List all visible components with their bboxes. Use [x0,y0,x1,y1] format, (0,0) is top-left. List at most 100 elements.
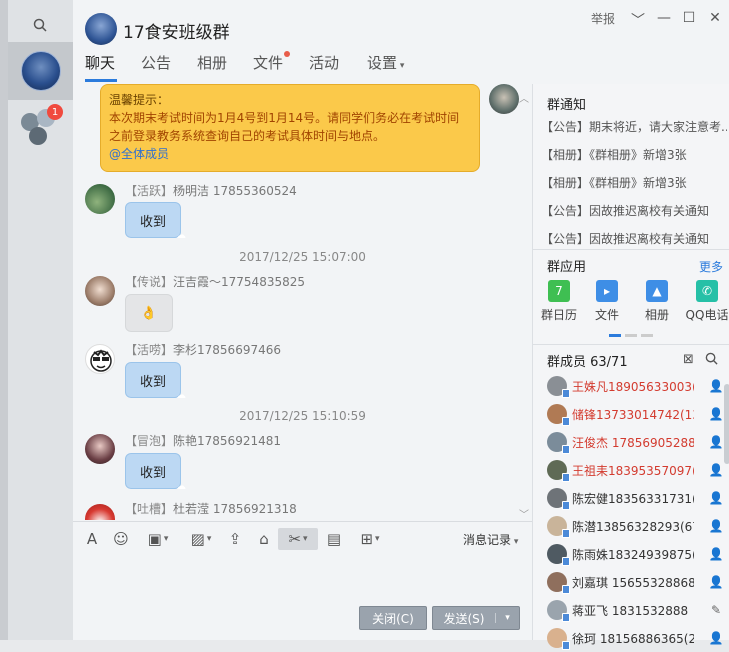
member-name: 徐珂 18156886365(2305 [572,631,694,646]
mention-all-link[interactable]: @全体成员 [109,145,471,163]
conversation-item-group-2[interactable] [8,100,73,158]
input-toolbar: A ☺ ▣ ▨ ⇪ ⌂ ✂ ▤ ⊞ 消息记录 ▾ [73,521,532,555]
conversation-item-class-group[interactable] [8,42,73,100]
send-options-icon[interactable]: ▾ [495,613,519,623]
send-button[interactable]: 发送(S) ▾ [432,606,520,630]
red-packet-icon[interactable]: ▤ [324,528,344,550]
notice-item[interactable]: 【公告】因故推迟离校有关通知 [541,202,727,219]
font-icon[interactable]: A [83,528,101,550]
tab-activity[interactable]: 活动 [309,52,339,73]
notice-item[interactable]: 【公告】期末将近，请大家注意考... [541,118,727,135]
message-history-button[interactable]: 消息记录 ▾ [463,531,518,548]
avatar [547,600,570,622]
avatar[interactable] [85,184,115,214]
scissors-icon[interactable]: ✂ [278,528,318,550]
member-level-icon: 👤 [708,491,724,505]
group-avatar[interactable] [85,13,117,45]
app-files[interactable]: ▸ 文件 [583,280,631,323]
image-icon[interactable]: ▨ [184,528,218,550]
more-icon[interactable]: ⊞ [353,528,387,550]
member-row[interactable]: 蒋亚飞 1831532888 ✎ [547,596,725,624]
message-bubble[interactable]: 👌 [125,294,173,332]
message-bubble[interactable]: 收到 ☁ [125,453,186,492]
member-row[interactable]: 储锋13733014742(1308 👤 [547,400,725,428]
dropdown-icon[interactable]: ﹀ [630,10,646,30]
files-new-dot [284,51,290,57]
chevron-up-icon[interactable]: ︿ [519,90,529,105]
avatar[interactable] [85,434,115,464]
timestamp: 2017/12/25 15:10:59 [239,409,366,423]
notice-bubble: 温馨提示： 本次期末考试时间为1月4号到1月14号。请同学们务必在考试时间之前登… [100,84,480,172]
avatar[interactable] [489,84,519,114]
notice-item[interactable]: 【相册】《群相册》新增3张 [541,174,727,191]
notice-item[interactable]: 【公告】因故推迟离校有关通知 [541,230,727,247]
member-row[interactable]: 刘嘉琪 15655328868(15 👤 [547,568,725,596]
member-name: 刘嘉琪 15655328868(15 [572,575,694,590]
app-calendar[interactable]: 7 群日历 [535,280,583,323]
member-tag: 【冒泡】 [125,434,174,448]
member-level-icon: 👤 [708,547,724,561]
maximize-icon[interactable]: ☐ [681,10,697,26]
report-button[interactable]: 举报 [591,10,615,27]
member-row[interactable]: 王姝凡18905633003(15 👤 [547,372,725,400]
tab-album[interactable]: 相册 [197,52,227,73]
message-bubble[interactable]: 收到 ☁ [125,202,186,241]
cartoon-face-icon [90,349,112,372]
search-icon[interactable] [705,352,718,369]
ok-hand-emoji: 👌 [140,305,158,321]
group-apps-title: 群应用 [547,260,587,275]
mobile-icon [562,529,570,538]
avatar[interactable] [85,276,115,306]
pager-dot [641,334,653,337]
unread-badge: 1 [47,104,63,120]
member-row[interactable]: 徐珂 18156886365(2305 👤 [547,624,725,652]
chevron-down-icon[interactable]: ﹀ [519,506,529,521]
group-notice-title: 群通知 [547,98,587,113]
avatar[interactable] [85,504,115,520]
tab-notice[interactable]: 公告 [141,52,171,73]
sender-name: 【吐槽】杜若滢 17856921318 [125,500,297,517]
avatar [547,432,570,454]
gif-icon[interactable]: ▣ [141,528,175,550]
member-settings-icon[interactable]: ⊠ [683,352,694,367]
apps-pager[interactable] [609,334,653,337]
avatar [547,516,570,538]
close-button[interactable]: 关闭(C) [359,606,427,630]
divider [533,249,729,250]
upload-icon[interactable]: ⇪ [225,528,245,550]
member-row[interactable]: 陈潜13856328293(6755 👤 [547,512,725,540]
member-row[interactable]: 陈宏健18356331731(149 👤 [547,484,725,512]
tab-files[interactable]: 文件 [253,52,283,73]
members-title: 群成员 63/71 [547,355,628,370]
tab-settings[interactable]: 设置 ▾ [367,52,404,73]
message-area[interactable]: 温馨提示： 本次期末考试时间为1月4号到1月14号。请同学们务必在考试时间之前登… [73,84,532,520]
member-name: 陈潜13856328293(6755 [572,519,694,534]
message-bubble[interactable]: 收到 ☁ [125,362,186,401]
title-bar: 17食安班级群 举报 ﹀ — ☐ ✕ [73,0,729,48]
member-level-icon: 👤 [708,575,724,589]
member-tag: 【传说】 [125,275,174,289]
member-row[interactable]: 汪俊杰 17856905288(90 👤 [547,428,725,456]
mobile-icon [562,557,570,566]
emoji-icon[interactable]: ☺ [111,528,131,550]
member-row[interactable]: 陈雨姝18324939875(279 👤 [547,540,725,568]
search-button[interactable] [20,10,60,40]
avatar[interactable] [85,344,115,374]
member-tag: 【活跃】 [125,184,174,198]
app-label: QQ电话 [685,308,729,322]
gift-icon[interactable]: ⌂ [254,528,274,550]
sender-name: 【活唠】李杉17856697466 [125,341,281,358]
app-qq-call[interactable]: ✆ QQ电话 [683,280,729,323]
notice-item[interactable]: 【相册】《群相册》新增3张 [541,146,727,163]
minimize-icon[interactable]: — [656,10,672,26]
close-icon[interactable]: ✕ [707,10,723,26]
message-input[interactable]: 关闭(C) 发送(S) ▾ [73,556,532,640]
member-row[interactable]: 王祖耒18395357097(119 👤 [547,456,725,484]
more-apps-link[interactable]: 更多 [699,258,723,275]
sender-label: 李杉17856697466 [173,343,281,357]
sender-name: 【传说】汪吉霞～17754835825 [125,273,305,290]
app-album[interactable]: ▲ 相册 [633,280,681,323]
tab-chat[interactable]: 聊天 [85,52,115,73]
member-level-icon: 👤 [708,519,724,533]
avatar [547,376,570,398]
